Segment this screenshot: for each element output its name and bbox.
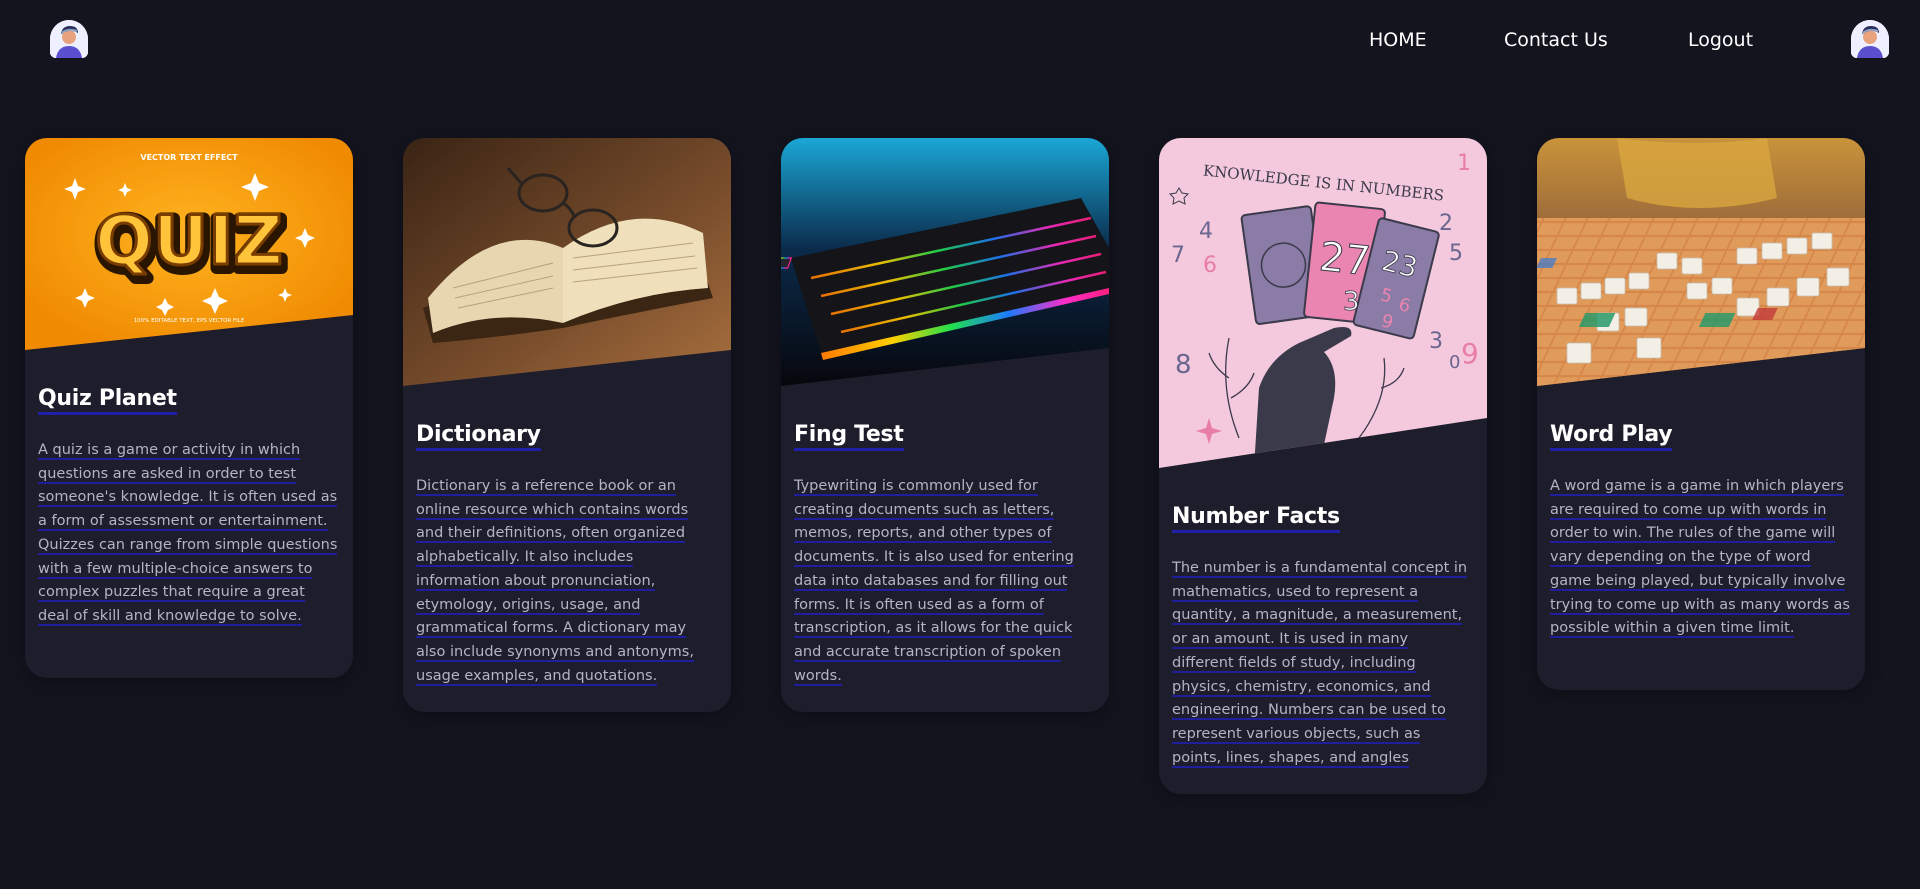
card-number-facts[interactable]: KNOWLEDGE IS IN NUMBERS 1 2 4 5 6 7 3 0 … xyxy=(1159,138,1487,794)
quiz-caption-bottom: 100% EDITABLE TEXT, EPS VECTOR FILE xyxy=(134,318,245,324)
card-description: A word game is a game in which players a… xyxy=(1550,478,1850,639)
card-dictionary[interactable]: Dictionary Dictionary is a reference boo… xyxy=(403,138,731,712)
card-image xyxy=(1537,138,1865,386)
user-avatar-icon[interactable] xyxy=(50,20,88,58)
card-title: Quiz Planet xyxy=(38,386,177,415)
nav-logout-link[interactable]: Logout xyxy=(1688,27,1753,53)
card-image xyxy=(403,138,731,386)
svg-text:9: 9 xyxy=(1461,337,1479,370)
card-description: A quiz is a game or activity in which qu… xyxy=(38,442,338,626)
card-description: The number is a fundamental concept in m… xyxy=(1172,560,1468,768)
card-description: Dictionary is a reference book or an onl… xyxy=(416,478,694,686)
svg-text:4: 4 xyxy=(1199,219,1213,244)
svg-text:2: 2 xyxy=(1439,211,1453,236)
card-word-play[interactable]: Word Play A word game is a game in which… xyxy=(1537,138,1865,690)
card-title: Number Facts xyxy=(1172,504,1340,533)
card-title: Word Play xyxy=(1550,422,1673,451)
user-avatar-icon[interactable] xyxy=(1851,20,1889,58)
svg-text:6: 6 xyxy=(1203,253,1217,278)
svg-text:0: 0 xyxy=(1449,352,1460,373)
card-title: Dictionary xyxy=(416,422,541,451)
card-image: KNOWLEDGE IS IN NUMBERS 1 2 4 5 6 7 3 0 … xyxy=(1159,138,1487,468)
card-description: Typewriting is commonly used for creatin… xyxy=(794,478,1074,686)
svg-text:3: 3 xyxy=(1343,287,1360,317)
card-image xyxy=(781,138,1109,386)
quiz-caption-top: VECTOR TEXT EFFECT xyxy=(140,153,238,162)
svg-text:1: 1 xyxy=(1457,151,1471,176)
card-image: VECTOR TEXT EFFECT QUIZ QUIZ 100% EDITAB… xyxy=(25,138,353,350)
svg-text:8: 8 xyxy=(1175,350,1192,380)
card-quiz-planet[interactable]: VECTOR TEXT EFFECT QUIZ QUIZ 100% EDITAB… xyxy=(25,138,353,678)
svg-text:5: 5 xyxy=(1449,241,1463,266)
svg-text:QUIZ: QUIZ xyxy=(95,202,283,281)
nav-contact-link[interactable]: Contact Us xyxy=(1504,27,1608,53)
header: HOME Contact Us Logout xyxy=(0,0,1920,80)
svg-text:3: 3 xyxy=(1429,329,1443,354)
nav-home-link[interactable]: HOME xyxy=(1369,27,1427,53)
svg-text:7: 7 xyxy=(1171,243,1185,268)
card-title: Fing Test xyxy=(794,422,904,451)
card-fing-test[interactable]: Fing Test Typewriting is commonly used f… xyxy=(781,138,1109,712)
